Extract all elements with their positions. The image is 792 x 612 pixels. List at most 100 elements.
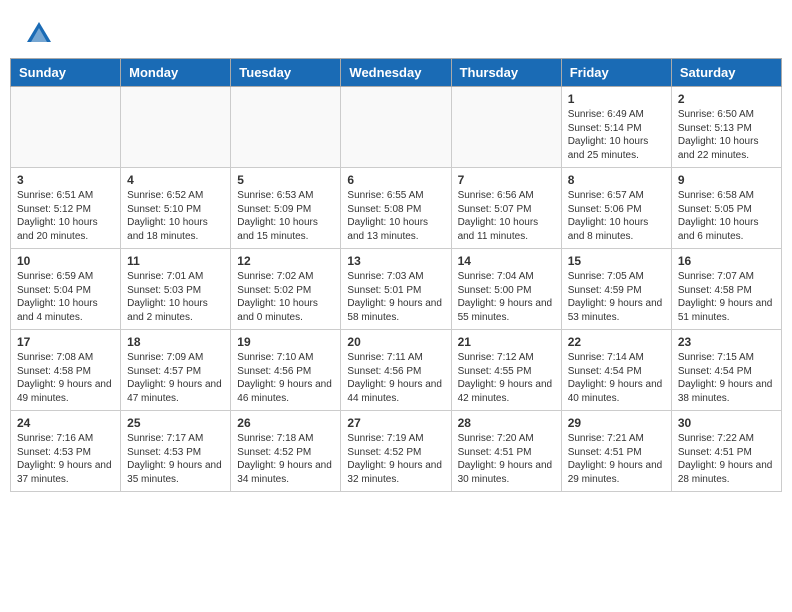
day-number: 23 [678, 335, 775, 349]
calendar-cell: 23Sunrise: 7:15 AM Sunset: 4:54 PM Dayli… [671, 330, 781, 411]
day-info: Sunrise: 6:53 AM Sunset: 5:09 PM Dayligh… [237, 189, 334, 243]
day-info: Sunrise: 7:08 AM Sunset: 4:58 PM Dayligh… [17, 351, 114, 405]
calendar-cell: 21 Sunrise: 7:12 AM Sunset: 4:55 PM Dayli… [451, 330, 561, 411]
logo-icon [25, 20, 53, 48]
calendar-header-row: SundayMondayTuesdayWednesdayThursdayFrid… [11, 59, 782, 87]
calendar-week-row: 24 Sunrise: 7:16 AM Sunset: 4:53 PM Dayli… [11, 411, 782, 492]
calendar-cell: 17Sunrise: 7:08 AM Sunset: 4:58 PM Dayli… [11, 330, 121, 411]
calendar-week-row: 17Sunrise: 7:08 AM Sunset: 4:58 PM Dayli… [11, 330, 782, 411]
day-info: Sunrise: 7:14 AM Sunset: 4:54 PM Dayligh… [568, 351, 665, 405]
logo [25, 20, 55, 48]
calendar-cell: 19 Sunrise: 7:10 AM Sunset: 4:56 PM Dayli… [231, 330, 341, 411]
calendar-cell: 27 Sunrise: 7:19 AM Sunset: 4:52 PM Dayli… [341, 411, 451, 492]
day-info: Sunrise: 7:21 AM Sunset: 4:51 PM Dayligh… [568, 432, 665, 486]
calendar-cell: 18 Sunrise: 7:09 AM Sunset: 4:57 PM Dayli… [121, 330, 231, 411]
day-info: Sunrise: 6:50 AM Sunset: 5:13 PM Dayligh… [678, 108, 775, 162]
weekday-header: Friday [561, 59, 671, 87]
calendar-cell: 12 Sunrise: 7:02 AM Sunset: 5:02 PM Dayli… [231, 249, 341, 330]
day-number: 10 [17, 254, 114, 268]
day-info: Sunrise: 7:07 AM Sunset: 4:58 PM Dayligh… [678, 270, 775, 324]
day-info: Sunrise: 6:57 AM Sunset: 5:06 PM Dayligh… [568, 189, 665, 243]
day-number: 28 [458, 416, 555, 430]
calendar-cell: 13Sunrise: 7:03 AM Sunset: 5:01 PM Dayli… [341, 249, 451, 330]
day-number: 20 [347, 335, 444, 349]
calendar-cell: 29 Sunrise: 7:21 AM Sunset: 4:51 PM Dayli… [561, 411, 671, 492]
day-number: 9 [678, 173, 775, 187]
day-number: 3 [17, 173, 114, 187]
day-info: Sunrise: 6:55 AM Sunset: 5:08 PM Dayligh… [347, 189, 444, 243]
calendar-cell: 2 Sunrise: 6:50 AM Sunset: 5:13 PM Daylig… [671, 87, 781, 168]
day-number: 5 [237, 173, 334, 187]
day-number: 26 [237, 416, 334, 430]
day-info: Sunrise: 7:11 AM Sunset: 4:56 PM Dayligh… [347, 351, 444, 405]
day-info: Sunrise: 7:04 AM Sunset: 5:00 PM Dayligh… [458, 270, 555, 324]
day-info: Sunrise: 7:05 AM Sunset: 4:59 PM Dayligh… [568, 270, 665, 324]
calendar-cell: 28 Sunrise: 7:20 AM Sunset: 4:51 PM Dayli… [451, 411, 561, 492]
day-info: Sunrise: 6:52 AM Sunset: 5:10 PM Dayligh… [127, 189, 224, 243]
calendar-week-row: 10 Sunrise: 6:59 AM Sunset: 5:04 PM Dayli… [11, 249, 782, 330]
day-info: Sunrise: 6:59 AM Sunset: 5:04 PM Dayligh… [17, 270, 114, 324]
calendar-cell: 5 Sunrise: 6:53 AM Sunset: 5:09 PM Daylig… [231, 168, 341, 249]
day-number: 29 [568, 416, 665, 430]
day-number: 18 [127, 335, 224, 349]
day-info: Sunrise: 7:10 AM Sunset: 4:56 PM Dayligh… [237, 351, 334, 405]
calendar-cell: 8 Sunrise: 6:57 AM Sunset: 5:06 PM Daylig… [561, 168, 671, 249]
calendar-cell: 22Sunrise: 7:14 AM Sunset: 4:54 PM Dayli… [561, 330, 671, 411]
day-number: 4 [127, 173, 224, 187]
day-number: 27 [347, 416, 444, 430]
day-info: Sunrise: 7:17 AM Sunset: 4:53 PM Dayligh… [127, 432, 224, 486]
calendar-cell: 1 Sunrise: 6:49 AM Sunset: 5:14 PM Daylig… [561, 87, 671, 168]
day-info: Sunrise: 7:18 AM Sunset: 4:52 PM Dayligh… [237, 432, 334, 486]
day-number: 19 [237, 335, 334, 349]
day-info: Sunrise: 6:49 AM Sunset: 5:14 PM Dayligh… [568, 108, 665, 162]
weekday-header: Wednesday [341, 59, 451, 87]
calendar-cell [231, 87, 341, 168]
day-number: 1 [568, 92, 665, 106]
day-number: 15 [568, 254, 665, 268]
calendar-week-row: 1 Sunrise: 6:49 AM Sunset: 5:14 PM Daylig… [11, 87, 782, 168]
calendar-cell: 9 Sunrise: 6:58 AM Sunset: 5:05 PM Daylig… [671, 168, 781, 249]
weekday-header: Sunday [11, 59, 121, 87]
calendar-cell: 24 Sunrise: 7:16 AM Sunset: 4:53 PM Dayli… [11, 411, 121, 492]
day-info: Sunrise: 7:02 AM Sunset: 5:02 PM Dayligh… [237, 270, 334, 324]
calendar-cell: 6 Sunrise: 6:55 AM Sunset: 5:08 PM Daylig… [341, 168, 451, 249]
calendar-cell: 15 Sunrise: 7:05 AM Sunset: 4:59 PM Dayli… [561, 249, 671, 330]
calendar-cell: 7Sunrise: 6:56 AM Sunset: 5:07 PM Daylig… [451, 168, 561, 249]
weekday-header: Saturday [671, 59, 781, 87]
calendar-cell: 14 Sunrise: 7:04 AM Sunset: 5:00 PM Dayli… [451, 249, 561, 330]
weekday-header: Thursday [451, 59, 561, 87]
calendar-cell [341, 87, 451, 168]
calendar-cell: 4 Sunrise: 6:52 AM Sunset: 5:10 PM Daylig… [121, 168, 231, 249]
day-number: 8 [568, 173, 665, 187]
day-number: 6 [347, 173, 444, 187]
day-info: Sunrise: 7:16 AM Sunset: 4:53 PM Dayligh… [17, 432, 114, 486]
weekday-header: Tuesday [231, 59, 341, 87]
day-info: Sunrise: 7:20 AM Sunset: 4:51 PM Dayligh… [458, 432, 555, 486]
day-info: Sunrise: 6:58 AM Sunset: 5:05 PM Dayligh… [678, 189, 775, 243]
day-number: 7 [458, 173, 555, 187]
calendar-cell: 11 Sunrise: 7:01 AM Sunset: 5:03 PM Dayli… [121, 249, 231, 330]
calendar-cell: 3Sunrise: 6:51 AM Sunset: 5:12 PM Daylig… [11, 168, 121, 249]
day-number: 30 [678, 416, 775, 430]
day-info: Sunrise: 7:22 AM Sunset: 4:51 PM Dayligh… [678, 432, 775, 486]
day-number: 21 [458, 335, 555, 349]
day-number: 24 [17, 416, 114, 430]
day-number: 2 [678, 92, 775, 106]
day-number: 14 [458, 254, 555, 268]
day-info: Sunrise: 7:03 AM Sunset: 5:01 PM Dayligh… [347, 270, 444, 324]
calendar-cell: 10 Sunrise: 6:59 AM Sunset: 5:04 PM Dayli… [11, 249, 121, 330]
page-header [10, 10, 782, 53]
day-number: 12 [237, 254, 334, 268]
day-info: Sunrise: 7:19 AM Sunset: 4:52 PM Dayligh… [347, 432, 444, 486]
calendar-cell [121, 87, 231, 168]
calendar-cell: 26 Sunrise: 7:18 AM Sunset: 4:52 PM Dayli… [231, 411, 341, 492]
weekday-header: Monday [121, 59, 231, 87]
calendar-week-row: 3Sunrise: 6:51 AM Sunset: 5:12 PM Daylig… [11, 168, 782, 249]
calendar-table: SundayMondayTuesdayWednesdayThursdayFrid… [10, 58, 782, 492]
day-number: 11 [127, 254, 224, 268]
calendar-cell: 20 Sunrise: 7:11 AM Sunset: 4:56 PM Dayli… [341, 330, 451, 411]
calendar-cell: 16Sunrise: 7:07 AM Sunset: 4:58 PM Dayli… [671, 249, 781, 330]
day-info: Sunrise: 7:09 AM Sunset: 4:57 PM Dayligh… [127, 351, 224, 405]
day-info: Sunrise: 7:01 AM Sunset: 5:03 PM Dayligh… [127, 270, 224, 324]
day-info: Sunrise: 7:12 AM Sunset: 4:55 PM Dayligh… [458, 351, 555, 405]
